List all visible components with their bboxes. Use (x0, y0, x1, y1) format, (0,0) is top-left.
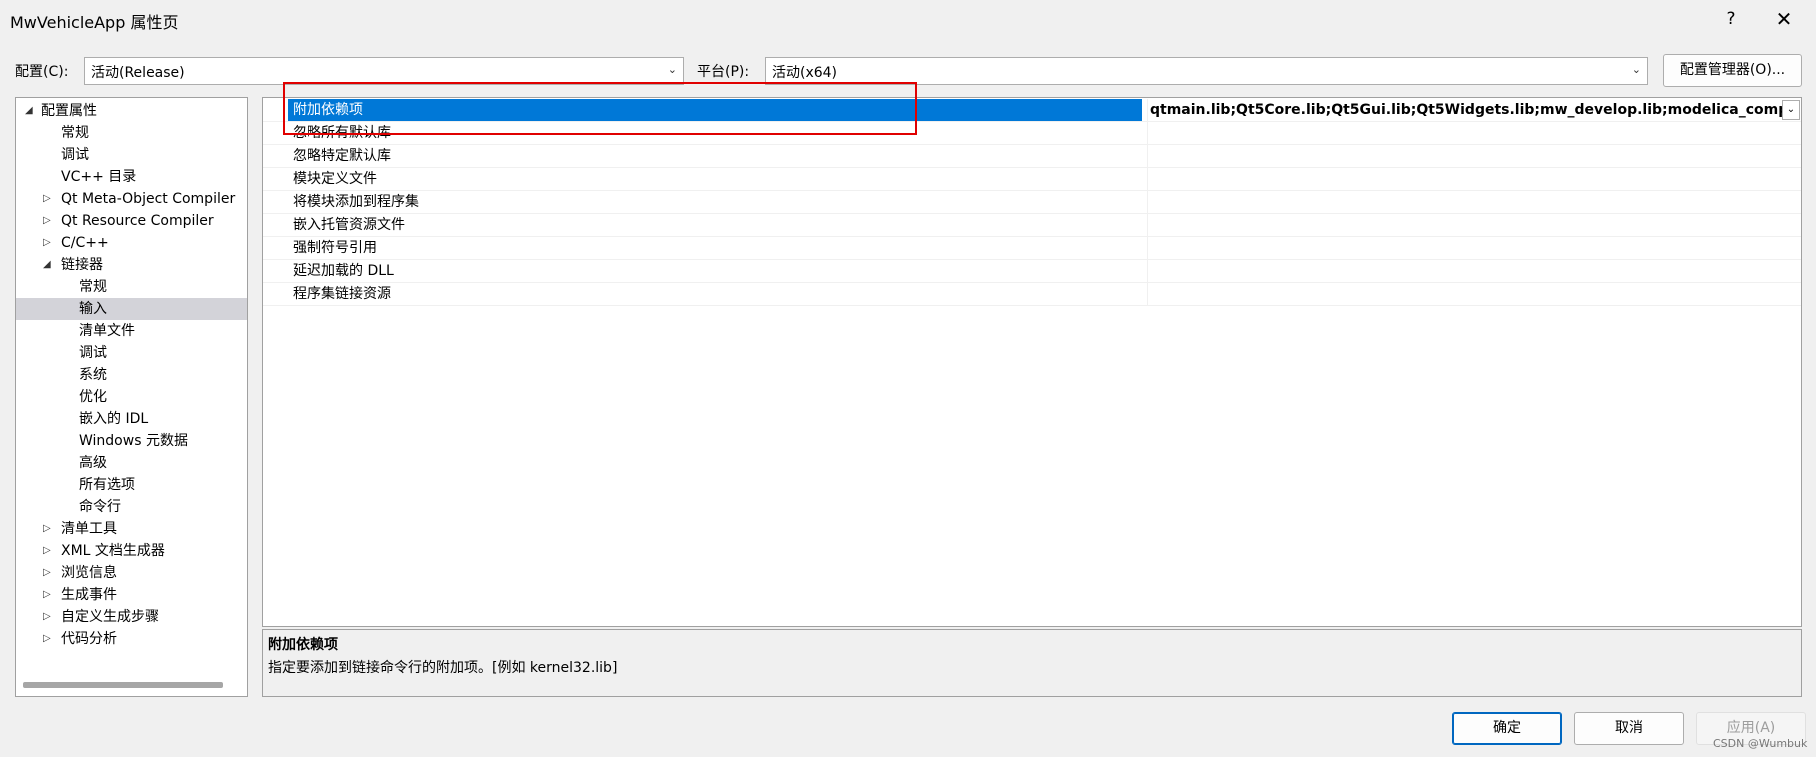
property-name[interactable]: 嵌入托管资源文件 (288, 214, 1142, 236)
description-text: 指定要添加到链接命令行的附加项。[例如 kernel32.lib] (268, 660, 618, 676)
platform-label: 平台(P): (697, 64, 750, 80)
tree-item-code-analysis[interactable]: ▷ 代码分析 (16, 628, 247, 650)
title-bar: MwVehicleApp 属性页 ? ✕ (0, 0, 1816, 40)
config-value: 活动(Release) (91, 65, 185, 81)
close-button[interactable]: ✕ (1769, 6, 1799, 32)
collapsed-triangle-icon: ▷ (43, 215, 51, 226)
tree-item-build-events[interactable]: ▷ 生成事件 (16, 584, 247, 606)
collapsed-triangle-icon: ▷ (43, 611, 51, 622)
tree-item-debugging[interactable]: 调试 (16, 144, 247, 166)
window-title: MwVehicleApp 属性页 (10, 13, 179, 32)
tree-item-linker[interactable]: ◢ 链接器 (16, 254, 247, 276)
tree-item-custom-build[interactable]: ▷ 自定义生成步骤 (16, 606, 247, 628)
chevron-down-icon[interactable]: ⌄ (1782, 100, 1800, 120)
cancel-button[interactable]: 取消 (1574, 712, 1684, 745)
tree-item-manifest-tool[interactable]: ▷ 清单工具 (16, 518, 247, 540)
property-value[interactable] (1147, 168, 1787, 190)
property-value[interactable] (1147, 237, 1787, 259)
platform-value: 活动(x64) (772, 65, 838, 81)
property-value[interactable]: qtmain.lib;Qt5Core.lib;Qt5Gui.lib;Qt5Wid… (1147, 99, 1787, 121)
tree-item-qt-moc[interactable]: ▷ Qt Meta-Object Compiler (16, 188, 247, 210)
tree-item-linker-input[interactable]: 输入 (16, 298, 247, 320)
property-row[interactable]: 强制符号引用 (263, 237, 1801, 260)
property-grid: 附加依赖项 qtmain.lib;Qt5Core.lib;Qt5Gui.lib;… (262, 97, 1802, 627)
collapsed-triangle-icon: ▷ (43, 545, 51, 556)
description-title: 附加依赖项 (268, 637, 338, 653)
tree-item-linker-idl[interactable]: 嵌入的 IDL (16, 408, 247, 430)
tree-horizontal-scrollbar[interactable] (23, 682, 223, 688)
tree-item-linker-advanced[interactable]: 高级 (16, 452, 247, 474)
watermark: CSDN @Wumbuk (1713, 737, 1808, 750)
tree-item-linker-debugging[interactable]: 调试 (16, 342, 247, 364)
help-button[interactable]: ? (1718, 6, 1744, 32)
property-name[interactable]: 强制符号引用 (288, 237, 1142, 259)
property-name[interactable]: 模块定义文件 (288, 168, 1142, 190)
tree-item-vc-directories[interactable]: VC++ 目录 (16, 166, 247, 188)
property-value[interactable] (1147, 122, 1787, 144)
highlight-box (283, 82, 917, 135)
tree-item-qt-rcc[interactable]: ▷ Qt Resource Compiler (16, 210, 247, 232)
property-row[interactable]: 忽略特定默认库 (263, 145, 1801, 168)
collapsed-triangle-icon: ▷ (43, 633, 51, 644)
collapsed-triangle-icon: ▷ (43, 589, 51, 600)
collapsed-triangle-icon: ▷ (43, 193, 51, 204)
property-value[interactable] (1147, 283, 1787, 305)
platform-dropdown[interactable]: 活动(x64) ⌄ (765, 57, 1648, 85)
property-value[interactable] (1147, 145, 1787, 167)
tree-item-c-cpp[interactable]: ▷ C/C++ (16, 232, 247, 254)
tree-item-general[interactable]: 常规 (16, 122, 247, 144)
tree-item-linker-winmd[interactable]: Windows 元数据 (16, 430, 247, 452)
expanded-triangle-icon: ◢ (25, 105, 33, 116)
ok-button[interactable]: 确定 (1452, 712, 1562, 745)
property-name[interactable]: 将模块添加到程序集 (288, 191, 1142, 213)
property-row[interactable]: 程序集链接资源 (263, 283, 1801, 306)
tree-item-xml-doc[interactable]: ▷ XML 文档生成器 (16, 540, 247, 562)
description-pane: 附加依赖项 指定要添加到链接命令行的附加项。[例如 kernel32.lib] (262, 629, 1802, 697)
property-value[interactable] (1147, 191, 1787, 213)
property-value[interactable] (1147, 214, 1787, 236)
collapsed-triangle-icon: ▷ (43, 567, 51, 578)
tree-item-linker-command-line[interactable]: 命令行 (16, 496, 247, 518)
property-name[interactable]: 延迟加载的 DLL (288, 260, 1142, 282)
tree-item-linker-optimization[interactable]: 优化 (16, 386, 247, 408)
tree-item-linker-manifest[interactable]: 清单文件 (16, 320, 247, 342)
collapsed-triangle-icon: ▷ (43, 523, 51, 534)
chevron-down-icon: ⌄ (1631, 63, 1641, 76)
config-dropdown[interactable]: 活动(Release) ⌄ (84, 57, 684, 85)
property-name[interactable]: 程序集链接资源 (288, 283, 1142, 305)
property-row[interactable]: 模块定义文件 (263, 168, 1801, 191)
tree-item-linker-system[interactable]: 系统 (16, 364, 247, 386)
chevron-down-icon: ⌄ (667, 63, 677, 76)
property-row[interactable]: 延迟加载的 DLL (263, 260, 1801, 283)
property-row[interactable]: 将模块添加到程序集 (263, 191, 1801, 214)
property-row[interactable]: 嵌入托管资源文件 (263, 214, 1801, 237)
config-label: 配置(C): (15, 64, 69, 80)
tree-item-browse-info[interactable]: ▷ 浏览信息 (16, 562, 247, 584)
tree-item-config-properties[interactable]: ◢ 配置属性 (16, 100, 247, 122)
property-name[interactable]: 忽略特定默认库 (288, 145, 1142, 167)
property-value[interactable] (1147, 260, 1787, 282)
collapsed-triangle-icon: ▷ (43, 237, 51, 248)
config-manager-button[interactable]: 配置管理器(O)... (1663, 54, 1802, 87)
tree-item-linker-general[interactable]: 常规 (16, 276, 247, 298)
property-tree[interactable]: ◢ 配置属性 常规 调试 VC++ 目录 ▷ Qt Meta-Object Co… (15, 97, 248, 697)
expanded-triangle-icon: ◢ (43, 259, 51, 270)
tree-item-linker-all-options[interactable]: 所有选项 (16, 474, 247, 496)
